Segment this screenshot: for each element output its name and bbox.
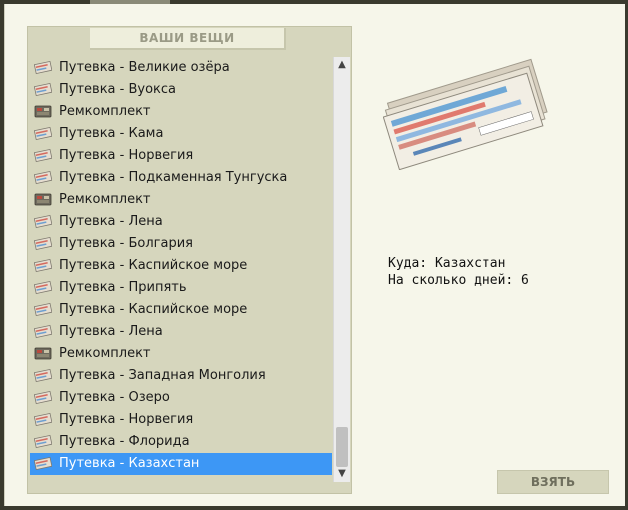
ticket-icon (33, 368, 53, 383)
repair-kit-icon (34, 346, 52, 361)
list-item-label: Путевка - Каспийское море (59, 302, 248, 317)
list-scrollbar[interactable]: ▲ ▼ (333, 57, 350, 482)
scroll-down-arrow-icon[interactable]: ▼ (334, 466, 350, 482)
ticket-icon (33, 456, 53, 471)
list-item[interactable]: Путевка - Болгария (30, 233, 332, 255)
list-item[interactable]: Путевка - Лена (30, 211, 332, 233)
scroll-thumb[interactable] (336, 427, 348, 467)
list-item[interactable]: Путевка - Подкаменная Тунгуска (30, 167, 332, 189)
ticket-icon (33, 258, 53, 273)
list-item-label: Путевка - Флорида (59, 434, 190, 449)
ticket-icon (33, 434, 53, 449)
ticket-icon (33, 148, 53, 163)
ticket-icon (33, 302, 53, 317)
days-text: На сколько дней: 6 (388, 273, 529, 288)
ticket-icon (33, 214, 53, 229)
repair-kit-icon (34, 104, 52, 119)
list-item[interactable]: Путевка - Норвегия (30, 409, 332, 431)
ticket-icon (33, 324, 53, 339)
list-item-label: Путевка - Лена (59, 214, 163, 229)
ticket-icon (33, 170, 53, 185)
ticket-icon (33, 60, 53, 75)
list-item-label: Путевка - Западная Монголия (59, 368, 266, 383)
list-item-label: Путевка - Кама (59, 126, 164, 141)
list-item-label: Путевка - Великие озёра (59, 60, 230, 75)
destination-text: Куда: Казахстан (388, 256, 506, 271)
inventory-dialog: ВАШИ ВЕЩИ Путевка - Великие озёра Путевка… (4, 4, 625, 506)
ticket-icon (33, 236, 53, 251)
list-item[interactable]: Путевка - Флорида (30, 431, 332, 453)
ticket-preview-image (383, 58, 548, 170)
repair-kit-icon (34, 192, 52, 207)
list-item-label: Ремкомплект (59, 346, 151, 361)
list-item[interactable]: Путевка - Лена (30, 321, 332, 343)
list-item-label: Путевка - Казахстан (59, 456, 200, 471)
list-item[interactable]: Путевка - Озеро (30, 387, 332, 409)
list-item-label: Путевка - Озеро (59, 390, 170, 405)
panel-title: ВАШИ ВЕЩИ (90, 28, 286, 50)
list-item[interactable]: Путевка - Вуокса (30, 79, 332, 101)
list-item-label: Путевка - Норвегия (59, 148, 194, 163)
list-item-label: Ремкомплект (59, 192, 151, 207)
list-item[interactable]: Путевка - Казахстан (30, 453, 332, 475)
ticket-icon (33, 390, 53, 405)
items-panel: ВАШИ ВЕЩИ Путевка - Великие озёра Путевка… (27, 26, 352, 494)
list-item[interactable]: Путевка - Западная Монголия (30, 365, 332, 387)
game-window-frame: ВАШИ ВЕЩИ Путевка - Великие озёра Путевка… (0, 0, 628, 510)
list-item-label: Путевка - Каспийское море (59, 258, 248, 273)
ticket-icon (33, 126, 53, 141)
scroll-up-arrow-icon[interactable]: ▲ (334, 57, 350, 73)
list-item-label: Путевка - Норвегия (59, 412, 194, 427)
ticket-icon (33, 412, 53, 427)
list-item-label: Путевка - Лена (59, 324, 163, 339)
items-list: Путевка - Великие озёра Путевка - Вуокса Р… (30, 57, 332, 481)
list-item-label: Ремкомплект (59, 104, 151, 119)
list-item[interactable]: Путевка - Каспийское море (30, 255, 332, 277)
take-button[interactable]: ВЗЯТЬ (497, 470, 609, 494)
ticket-icon (33, 280, 53, 295)
list-item[interactable]: Путевка - Норвегия (30, 145, 332, 167)
list-item-label: Путевка - Болгария (59, 236, 193, 251)
list-item[interactable]: Путевка - Припять (30, 277, 332, 299)
ticket-icon (33, 82, 53, 97)
list-item[interactable]: Ремкомплект (30, 189, 332, 211)
item-details: Куда: Казахстан На сколько дней: 6 (388, 255, 529, 289)
list-item[interactable]: Ремкомплект (30, 101, 332, 123)
list-item-label: Путевка - Подкаменная Тунгуска (59, 170, 288, 185)
list-item-label: Путевка - Припять (59, 280, 187, 295)
list-item[interactable]: Ремкомплект (30, 343, 332, 365)
list-item-label: Путевка - Вуокса (59, 82, 177, 97)
list-item[interactable]: Путевка - Каспийское море (30, 299, 332, 321)
list-item[interactable]: Путевка - Кама (30, 123, 332, 145)
list-item[interactable]: Путевка - Великие озёра (30, 57, 332, 79)
